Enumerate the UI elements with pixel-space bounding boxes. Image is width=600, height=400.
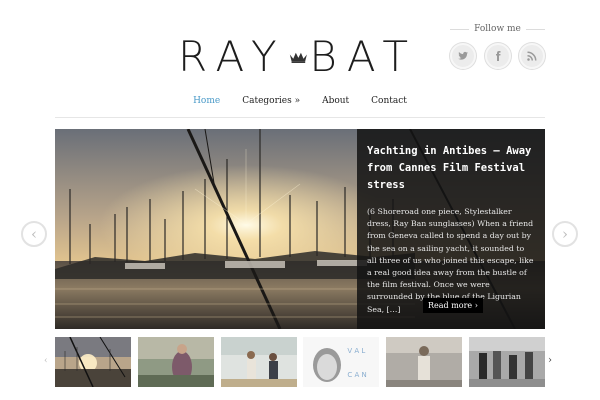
follow-me-widget: Follow me <box>450 24 545 69</box>
thumbnail-5[interactable] <box>386 337 463 387</box>
thumbnail-3[interactable] <box>220 337 297 387</box>
twitter-icon <box>458 51 469 60</box>
thumbnail-4[interactable]: V A L C A N <box>303 337 380 387</box>
nav-item-categories[interactable]: Categories » <box>242 96 300 116</box>
twitter-button[interactable] <box>450 43 476 69</box>
thumbnail-strip: V A L C A N <box>55 337 545 387</box>
chevron-right-icon: › <box>562 225 568 243</box>
crown-icon <box>289 52 307 63</box>
slider-prev-button[interactable]: ‹ <box>21 221 47 247</box>
slide-title[interactable]: Yachting in Antibes – Away from Cannes F… <box>367 143 535 194</box>
rss-icon <box>527 51 537 61</box>
site-logo[interactable]: RAY BAT <box>178 36 418 78</box>
slide-caption: Yachting in Antibes – Away from Cannes F… <box>357 129 545 329</box>
chevron-left-icon: ‹ <box>31 225 37 243</box>
nav-divider <box>55 117 545 118</box>
thumbs-prev-icon[interactable]: ‹ <box>44 356 48 366</box>
follow-label: Follow me <box>450 24 545 34</box>
logo-text-right: BAT <box>309 32 418 81</box>
thumbnail-2[interactable] <box>137 337 214 387</box>
slider-next-button[interactable]: › <box>552 221 578 247</box>
logo-text-left: RAY <box>178 32 287 81</box>
facebook-button[interactable] <box>484 43 511 69</box>
facebook-icon <box>495 51 500 61</box>
nav-item-home[interactable]: Home <box>193 96 220 116</box>
thumbs-next-icon[interactable]: › <box>548 355 552 366</box>
rss-button[interactable] <box>519 43 545 69</box>
main-nav: Home Categories » About Contact <box>55 96 545 116</box>
thumbnail-1[interactable] <box>55 337 131 387</box>
thumbnail-6[interactable] <box>468 337 545 387</box>
read-more-button[interactable]: Read more › <box>423 298 483 313</box>
nav-item-contact[interactable]: Contact <box>371 96 407 116</box>
social-links <box>450 43 545 69</box>
nav-item-about[interactable]: About <box>322 96 349 116</box>
thumbnail-4-text-top: V A L <box>347 347 366 355</box>
featured-slider[interactable]: Yachting in Antibes – Away from Cannes F… <box>55 129 545 329</box>
thumbnail-4-text-bottom: C A N <box>347 371 367 379</box>
